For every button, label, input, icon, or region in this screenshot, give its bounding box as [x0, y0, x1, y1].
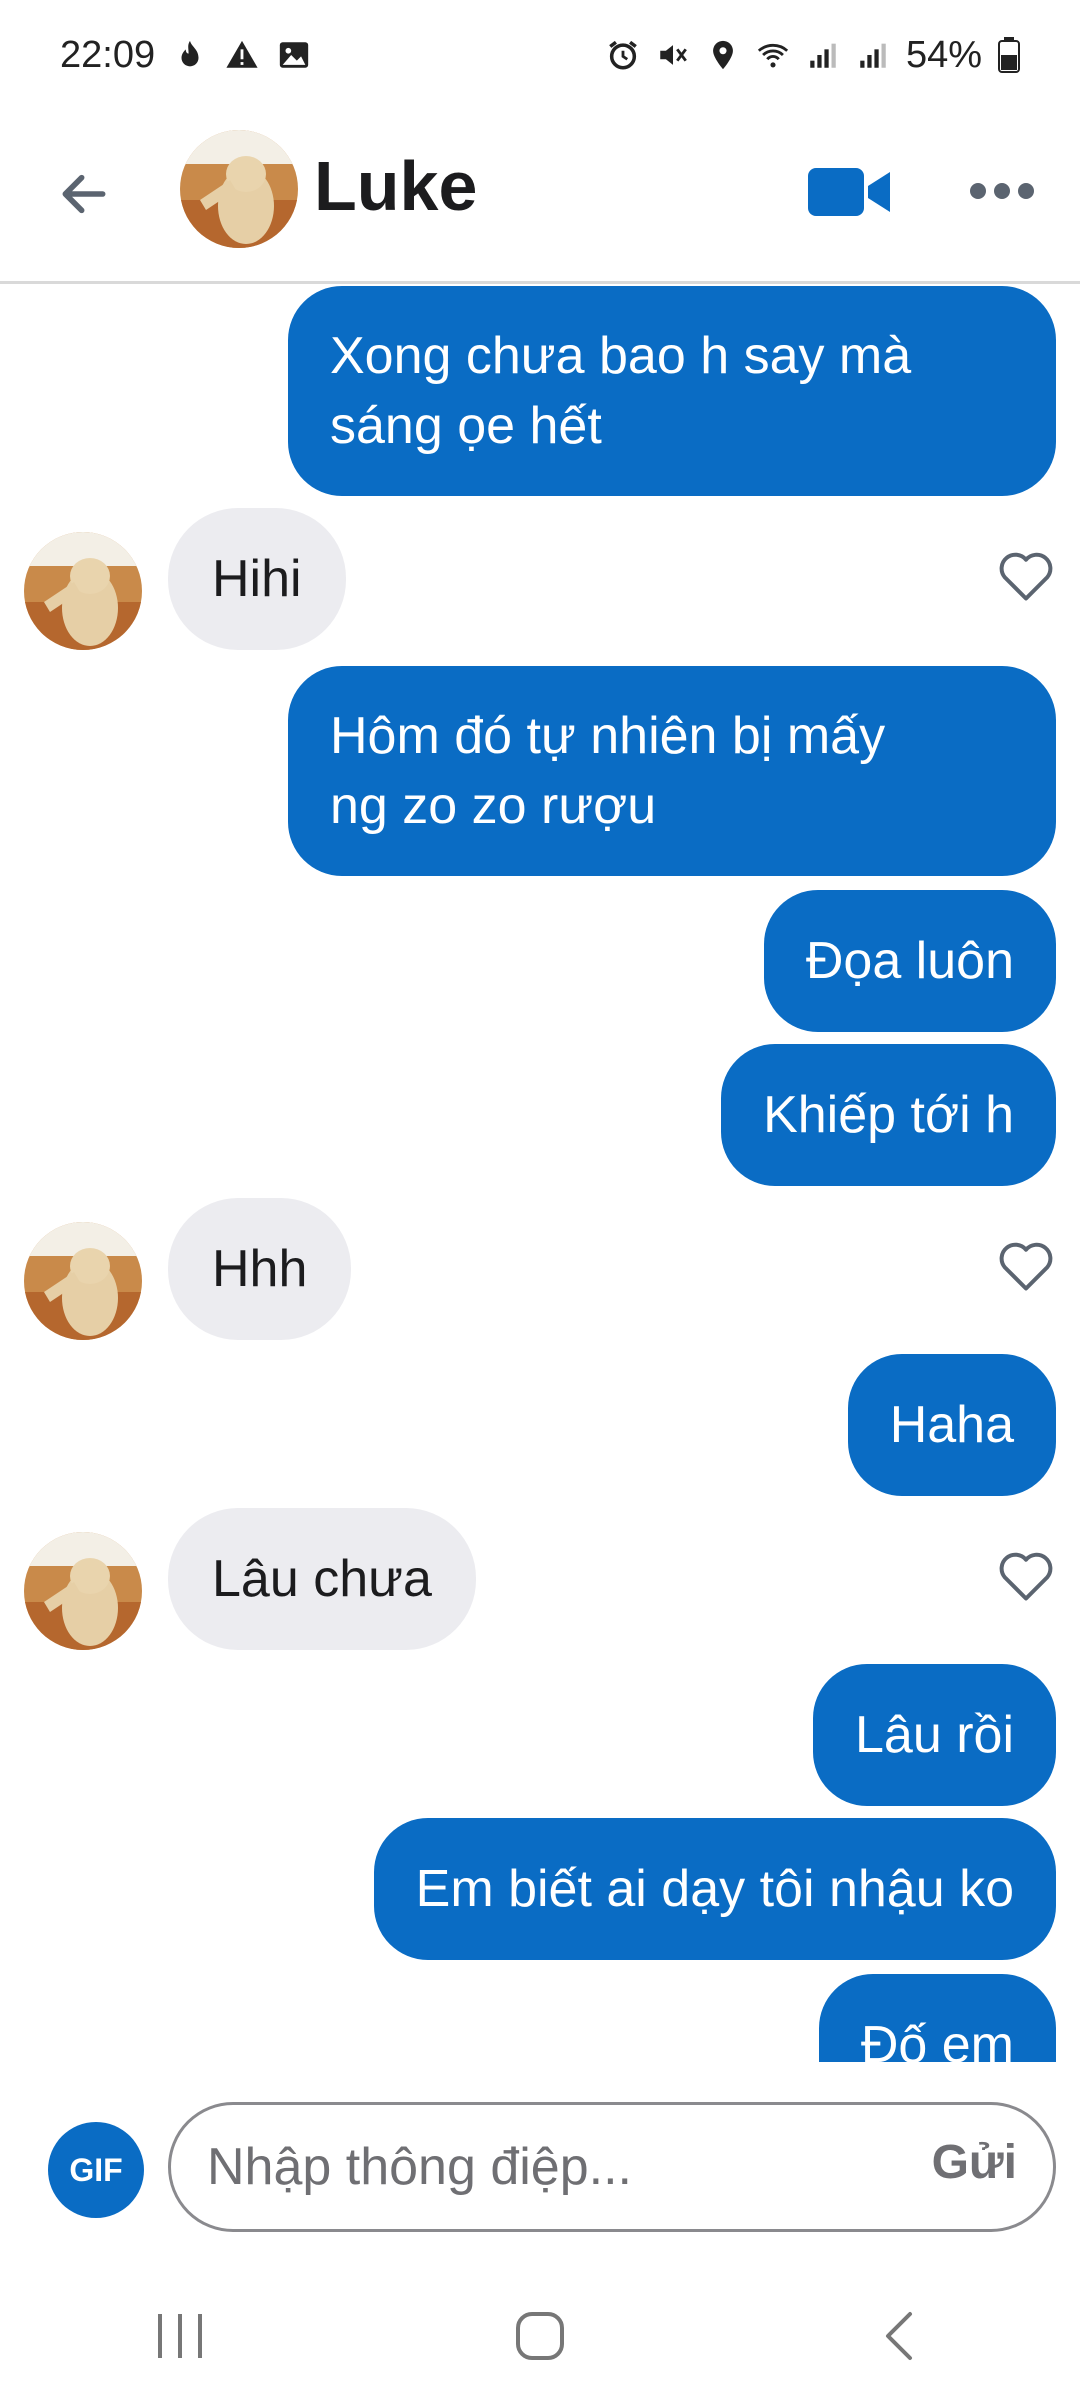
recent-apps-icon [158, 2314, 202, 2358]
outgoing-message[interactable]: Khiếp tới h [721, 1044, 1056, 1186]
signal-icon [810, 43, 836, 68]
dog-avatar-image [24, 1222, 142, 1340]
send-button[interactable]: Gửi [932, 2135, 1017, 2190]
outgoing-message[interactable]: Đọa luôn [763, 890, 1056, 1032]
mute-icon [660, 45, 687, 65]
incoming-message[interactable]: Hhh [168, 1198, 352, 1340]
outgoing-message[interactable]: Hôm đó tự nhiên bị mấy ng zo zo rượu [288, 666, 1056, 876]
message-text: Haha [889, 1396, 1014, 1454]
system-nav-bar [0, 2272, 1080, 2400]
outgoing-message[interactable]: Lâu rồi [813, 1664, 1056, 1806]
message-input-container: Gửi [168, 2102, 1056, 2232]
video-call-button[interactable] [808, 162, 894, 222]
message-text: Xong chưa bao h say mà [330, 327, 912, 385]
gif-button[interactable]: GIF [48, 2122, 144, 2218]
status-time: 22:09 [60, 33, 156, 76]
recent-apps-button[interactable] [120, 2296, 240, 2376]
chat-header: Luke [0, 110, 1080, 284]
location-icon [713, 40, 733, 70]
more-options-button[interactable] [966, 166, 1038, 216]
outgoing-message[interactable]: Xong chưa bao h say mà sáng ọe hết [288, 286, 1056, 496]
heart-outline-icon[interactable] [996, 1238, 1056, 1294]
battery-percent: 54% [905, 33, 982, 76]
sender-avatar[interactable] [24, 1222, 142, 1340]
status-bar: 22:09 54% [0, 0, 1080, 110]
back-button[interactable] [48, 158, 120, 230]
alarm-icon [609, 40, 637, 70]
message-text: Em biết ai dạy tôi nhậu ko [415, 1860, 1014, 1918]
message-text: Lâu rồi [855, 1706, 1014, 1764]
heart-outline-icon[interactable] [996, 548, 1056, 604]
message-text: ng zo zo rượu [330, 777, 657, 835]
message-input[interactable] [207, 2105, 887, 2229]
message-text: Hhh [212, 1240, 308, 1298]
more-dot [994, 183, 1010, 199]
dog-avatar-image [24, 1532, 142, 1650]
video-camera-icon [808, 168, 890, 216]
home-icon [516, 2312, 564, 2360]
tinder-flame-icon [181, 40, 199, 67]
outgoing-message[interactable]: Em biết ai dạy tôi nhậu ko [373, 1818, 1056, 1960]
contact-name[interactable]: Luke [314, 146, 477, 226]
nav-back-button[interactable] [840, 2296, 960, 2376]
incoming-message[interactable]: Hihi [168, 508, 346, 650]
battery-icon [998, 37, 1020, 73]
outgoing-message[interactable]: Đố em [818, 1974, 1056, 2062]
composer-bar: GIF Gửi [0, 2062, 1080, 2272]
signal-icon [860, 43, 886, 68]
outgoing-message[interactable]: Haha [847, 1354, 1056, 1496]
more-dot [970, 183, 986, 199]
home-button[interactable] [480, 2296, 600, 2376]
sender-avatar[interactable] [24, 532, 142, 650]
dog-avatar-image [180, 130, 298, 248]
message-text: Hôm đó tự nhiên bị mấy [330, 707, 886, 765]
message-text: Đố em [860, 2016, 1014, 2062]
more-dot [1018, 183, 1034, 199]
dog-avatar-image [24, 532, 142, 650]
nav-back-icon [886, 2312, 912, 2360]
message-list[interactable]: Xong chưa bao h say mà sáng ọe hết Hihi … [0, 286, 1080, 2062]
sender-avatar[interactable] [24, 1532, 142, 1650]
incoming-message[interactable]: Lâu chưa [168, 1508, 476, 1650]
message-text: Lâu chưa [212, 1550, 432, 1608]
arrow-left-icon [62, 174, 106, 214]
warning-icon [226, 40, 258, 68]
contact-avatar[interactable] [180, 130, 298, 248]
wifi-icon [757, 43, 789, 68]
message-text: Hihi [212, 550, 302, 608]
message-text: sáng ọe hết [330, 397, 602, 455]
heart-outline-icon[interactable] [996, 1548, 1056, 1604]
message-text: Khiếp tới h [763, 1086, 1014, 1144]
message-text: Đọa luôn [805, 932, 1014, 990]
image-icon [279, 42, 309, 68]
